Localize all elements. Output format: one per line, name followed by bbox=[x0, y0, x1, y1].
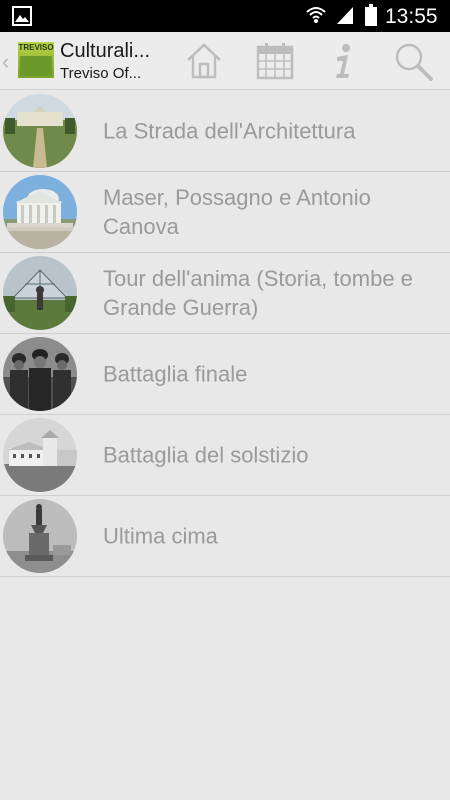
home-icon bbox=[187, 43, 221, 79]
app-subtitle: Treviso Of... bbox=[60, 65, 142, 82]
app-title: Culturali... bbox=[60, 40, 151, 62]
temple-photo bbox=[3, 175, 77, 249]
list-item-ultima-cima[interactable]: Ultima cima bbox=[0, 496, 450, 577]
calendar-button[interactable] bbox=[254, 40, 296, 82]
logo-text: TREVISO bbox=[18, 43, 54, 52]
list-item-label: Battaglia finale bbox=[103, 361, 248, 387]
app-logo[interactable]: TREVISO bbox=[18, 42, 54, 78]
wifi-icon bbox=[306, 7, 326, 23]
info-button[interactable] bbox=[322, 40, 364, 82]
list-item-maser-possagno-canova[interactable]: Maser, Possagno e Antonio Canova bbox=[0, 172, 450, 253]
list-item-battaglia-finale[interactable]: Battaglia finale bbox=[0, 334, 450, 415]
home-button[interactable] bbox=[183, 40, 225, 82]
list-item-tour-anima[interactable]: Tour dell'anima (Storia, tombe e Grande … bbox=[0, 253, 450, 334]
memorial-photo bbox=[3, 256, 77, 330]
search-icon bbox=[395, 43, 433, 81]
tour-list: La Strada dell'Architettura Maser, Possa… bbox=[0, 91, 450, 577]
statue-photo bbox=[3, 499, 77, 573]
search-button[interactable] bbox=[392, 40, 434, 82]
action-bar: ‹ TREVISO Culturali... Treviso Of... bbox=[0, 32, 450, 90]
clock: 13:55 bbox=[385, 5, 438, 28]
list-item-label: Ultima cima bbox=[103, 523, 218, 549]
logo-field-image bbox=[20, 56, 52, 76]
list-item-battaglia-solstizio[interactable]: Battaglia del solstizio bbox=[0, 415, 450, 496]
villa-photo bbox=[3, 94, 77, 168]
list-item-label: Tour dell'anima (Storia, tombe e Grande … bbox=[103, 266, 413, 320]
status-bar: 13:55 bbox=[0, 0, 450, 32]
info-icon bbox=[336, 44, 350, 78]
list-item-label: Battaglia del solstizio bbox=[103, 442, 309, 468]
list-item-label: Maser, Possagno e Antonio Canova bbox=[103, 185, 371, 239]
building-photo bbox=[3, 418, 77, 492]
battery-icon bbox=[365, 4, 377, 26]
picture-icon bbox=[12, 6, 32, 26]
list-item-label: La Strada dell'Architettura bbox=[103, 118, 356, 144]
list-item-strada-architettura[interactable]: La Strada dell'Architettura bbox=[0, 91, 450, 172]
signal-icon bbox=[337, 7, 353, 24]
soldiers-photo bbox=[3, 337, 77, 411]
back-chevron-icon[interactable]: ‹ bbox=[2, 49, 9, 75]
calendar-icon bbox=[256, 43, 294, 80]
